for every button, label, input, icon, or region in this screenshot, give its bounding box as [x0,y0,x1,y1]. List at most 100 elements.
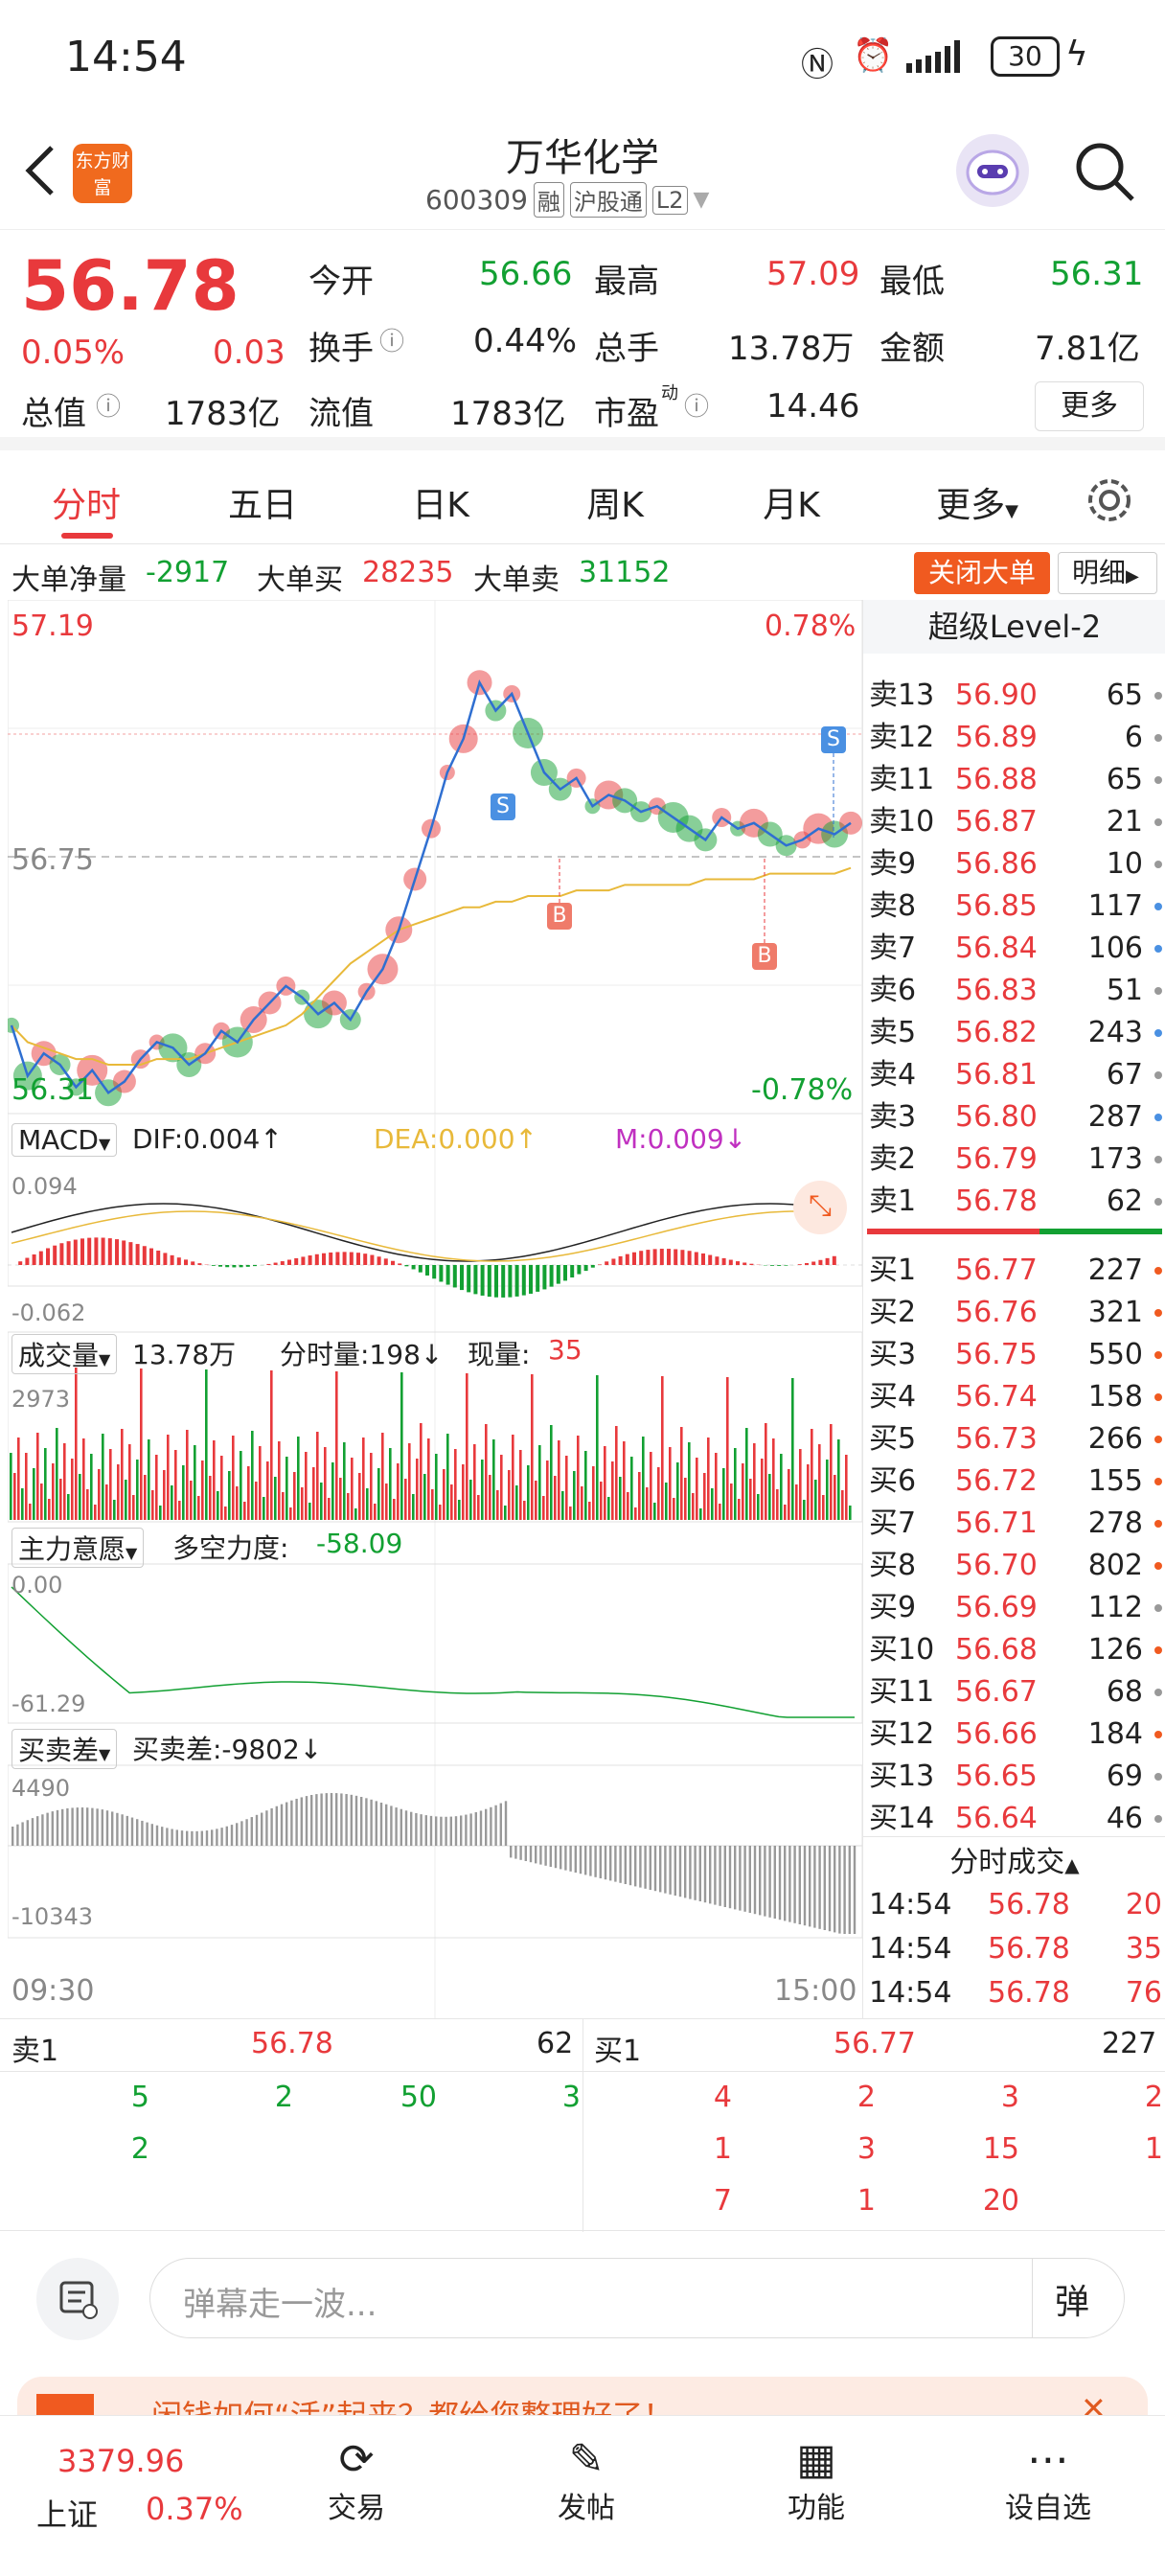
sell-marker[interactable]: S [821,726,846,753]
macd-bar [473,1265,478,1295]
macd-bar [639,1251,644,1265]
buy-marker[interactable]: B [752,943,777,970]
sell-level-row[interactable]: 卖7 56.84 106 [869,928,1162,970]
buy-level-row[interactable]: 买10 56.68 126 [869,1629,1162,1671]
nav-watchlist[interactable]: ⋯ 设自选 [971,2435,1125,2526]
buy-level-row[interactable]: 买1 56.77 227 [869,1250,1162,1292]
detail-button[interactable]: 明细▶ [1058,552,1157,594]
tab-monthly[interactable]: 月K [724,477,858,527]
volume-bar [450,1484,453,1520]
sell-level-row[interactable]: 卖11 56.88 65 [869,759,1162,801]
ticks-title[interactable]: 分时成交▲ [863,1838,1165,1880]
big-sell-value: 31152 [579,556,671,589]
tab-more[interactable]: 更多▼ [910,477,1044,527]
macd-bar [232,1265,237,1268]
main-selector[interactable]: 主力意愿▼ [11,1528,145,1568]
diff-selector[interactable]: 买卖差▼ [11,1729,118,1769]
sell-level-row[interactable]: 卖3 56.80 287 [869,1096,1162,1138]
diff-bar [236,1823,239,1846]
sell-level-row[interactable]: 卖1 56.78 62 [869,1181,1162,1223]
robot-assistant-icon[interactable] [956,134,1029,207]
buy-level-row[interactable]: 买11 56.67 68 [869,1671,1162,1714]
volume-bar [473,1444,476,1520]
buy-level-row[interactable]: 买14 56.64 46 [869,1798,1162,1840]
diff-bar [535,1846,537,1864]
volume-selector[interactable]: 成交量▼ [11,1334,118,1374]
main-top: 0.00 [11,1572,63,1598]
settings-gear-icon[interactable] [1083,473,1136,527]
level-price: 56.76 [955,1296,1038,1329]
macd-bar [687,1251,692,1265]
level-volume: 112 [1087,1591,1143,1624]
info-icon[interactable]: ⓘ [684,387,709,423]
sell-level-row[interactable]: 卖13 56.90 65 [869,675,1162,717]
danmu-input[interactable]: 弹幕走一波... 弹 [149,2258,1125,2338]
diff-bar [286,1802,288,1846]
nav-post[interactable]: ✎ 发帖 [510,2435,663,2526]
tab-5day[interactable]: 五日 [195,477,330,527]
buy-level-row[interactable]: 买13 56.65 69 [869,1756,1162,1798]
buy-level-row[interactable]: 买2 56.76 321 [869,1292,1162,1334]
buy-level-row[interactable]: 买12 56.66 184 [869,1714,1162,1756]
macd-bar [18,1261,23,1265]
tab-daily[interactable]: 日K [374,477,508,527]
volume-bar [588,1502,591,1520]
diff-bar [290,1800,293,1846]
more-button[interactable]: 更多 [1035,381,1144,431]
sell-marker[interactable]: S [491,794,515,820]
macd-bar [742,1262,747,1265]
level-price: 56.85 [955,889,1038,923]
stock-code: 600309 [425,184,528,216]
level2-title[interactable]: 超级Level-2 [863,600,1165,654]
info-icon[interactable]: ⓘ [379,322,404,357]
sell-level-row[interactable]: 卖6 56.83 51 [869,970,1162,1012]
diff-bar [105,1810,109,1846]
sell-level-row[interactable]: 卖8 56.85 117 [869,886,1162,928]
diff-bar [345,1794,348,1846]
close-big-order-button[interactable]: 关闭大单 [914,552,1050,594]
sell-level-row[interactable]: 卖12 56.89 6 [869,717,1162,759]
buy-level-row[interactable]: 买4 56.74 158 [869,1376,1162,1418]
sell-level-row[interactable]: 卖4 56.81 67 [869,1054,1162,1096]
search-icon[interactable] [1071,138,1138,205]
sell-level-row[interactable]: 卖10 56.87 21 [869,801,1162,843]
volume-bar [623,1441,626,1520]
expand-icon[interactable]: ⤡ [793,1181,847,1234]
level-price: 56.77 [955,1254,1038,1287]
info-icon[interactable]: ⓘ [96,387,121,423]
buy-level-row[interactable]: 买8 56.70 802 [869,1545,1162,1587]
buy-level-row[interactable]: 买5 56.73 266 [869,1418,1162,1460]
index-name[interactable]: 上证 [36,2491,98,2535]
tick-row: 14:54 56.78 35 [869,1928,1162,1970]
macd-bar [46,1248,50,1265]
comment-list-icon[interactable] [36,2258,119,2340]
buy-level-row[interactable]: 买3 56.75 550 [869,1334,1162,1376]
nav-trade[interactable]: ⟳ 交易 [280,2435,433,2526]
volume-bar [412,1494,415,1520]
index-value[interactable]: 3379.96 [57,2443,184,2479]
tab-intraday[interactable]: 分时 [19,477,153,527]
sell-level-row[interactable]: 卖9 56.86 10 [869,843,1162,886]
buy-level-row[interactable]: 买6 56.72 155 [869,1460,1162,1503]
diff-bar [449,1816,452,1846]
diff-bar [460,1815,463,1846]
sell-level-row[interactable]: 卖5 56.82 243 [869,1012,1162,1054]
macd-label: MACD [18,1124,99,1156]
volume-bar [220,1456,223,1520]
buy-level-row[interactable]: 买9 56.69 112 [869,1587,1162,1629]
level-dot [1154,1604,1162,1612]
tab-weekly[interactable]: 周K [548,477,682,527]
nav-function[interactable]: ▦ 功能 [740,2435,893,2526]
diff-bar [71,1807,74,1846]
danmu-toggle-button[interactable]: 弹 [1055,2274,1089,2324]
diff-bar [768,1846,771,1918]
level-label: 买13 [869,1760,935,1793]
chevron-down-icon[interactable]: ▼ [694,188,710,212]
buy-level-row[interactable]: 买7 56.71 278 [869,1503,1162,1545]
buy-marker[interactable]: B [547,903,572,930]
macd-selector[interactable]: MACD▼ [11,1123,118,1157]
intraday-chart[interactable]: 57.19 0.78% 56.75 56.31 -0.78% S S B B M… [8,600,862,2018]
sell-level-row[interactable]: 卖2 56.79 173 [869,1138,1162,1181]
level-dot [1154,1689,1162,1696]
diff-bar [41,1814,44,1846]
